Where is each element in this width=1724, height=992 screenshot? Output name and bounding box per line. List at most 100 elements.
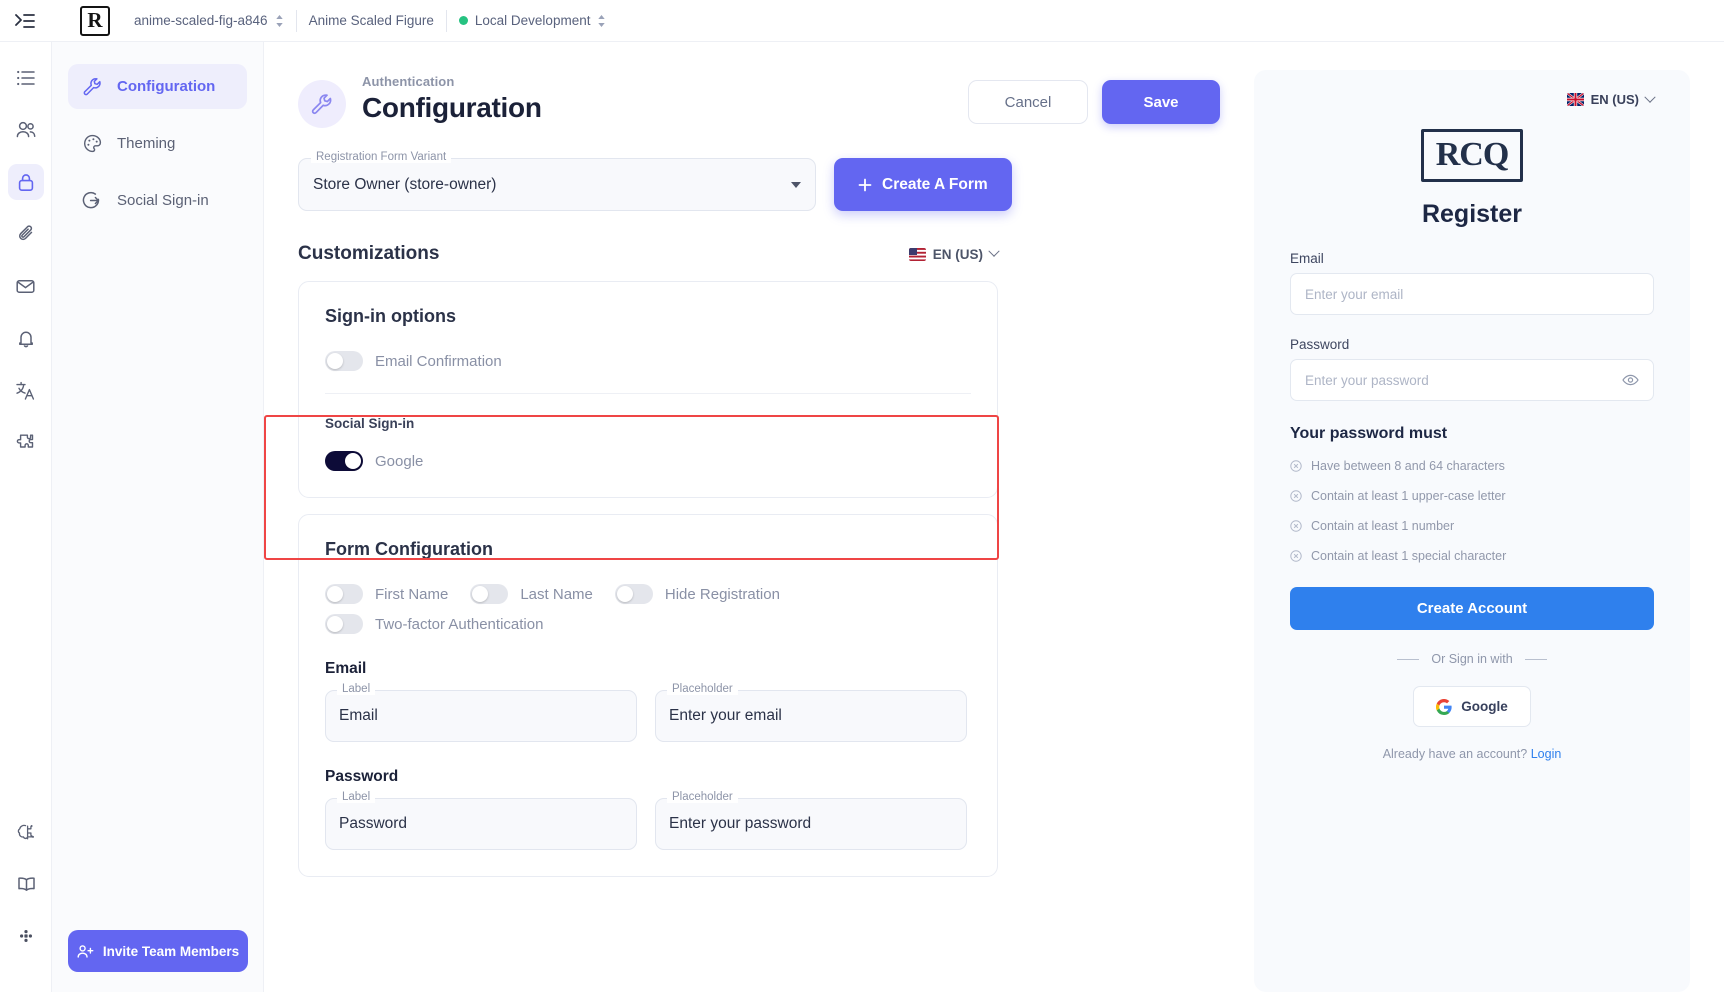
users-icon[interactable] xyxy=(8,112,44,148)
save-button[interactable]: Save xyxy=(1102,80,1220,124)
toggle-knob xyxy=(345,453,361,469)
toggle-knob xyxy=(327,586,343,602)
last-name-toggle[interactable] xyxy=(470,584,508,604)
list-icon[interactable] xyxy=(8,60,44,96)
book-icon[interactable] xyxy=(8,866,44,902)
chevron-down-icon[interactable] xyxy=(791,182,801,188)
breadcrumb-project[interactable]: anime-scaled-fig-a846 xyxy=(134,13,284,28)
hide-registration-toggle[interactable] xyxy=(615,584,653,604)
cancel-button[interactable]: Cancel xyxy=(968,80,1088,124)
password-placeholder-input[interactable]: Placeholder Enter your password xyxy=(655,798,967,850)
preview-requirement-label: Contain at least 1 number xyxy=(1311,519,1454,533)
preview-logo: RCQ xyxy=(1421,129,1524,182)
collapse-sidebar-icon[interactable] xyxy=(12,8,38,34)
plus-icon xyxy=(858,178,872,192)
breadcrumb-environment[interactable]: Local Development xyxy=(459,13,607,28)
customizations-language-select[interactable]: EN (US) xyxy=(909,247,998,262)
body: Configuration Theming Social Sign-in Inv… xyxy=(0,42,1724,992)
chevron-updown-icon[interactable] xyxy=(275,14,284,28)
rail-bottom-group xyxy=(0,814,52,970)
brain-icon[interactable] xyxy=(8,814,44,850)
invite-team-members-label: Invite Team Members xyxy=(103,944,239,959)
variant-row: Registration Form Variant Store Owner (s… xyxy=(298,158,1220,211)
sidebar-item-label: Social Sign-in xyxy=(117,192,209,209)
password-label-input[interactable]: Label Password xyxy=(325,798,637,850)
chevron-updown-icon-2[interactable] xyxy=(597,14,606,28)
translate-icon[interactable] xyxy=(8,372,44,408)
status-dot-icon xyxy=(459,16,468,25)
page-title: Configuration xyxy=(362,92,542,124)
create-account-button[interactable]: Create Account xyxy=(1290,587,1654,630)
wrench-icon xyxy=(82,76,103,97)
section-sidebar: Configuration Theming Social Sign-in Inv… xyxy=(52,42,264,992)
email-confirmation-label: Email Confirmation xyxy=(375,353,502,370)
preview-or-divider: Or Sign in with xyxy=(1290,652,1654,666)
email-label-input[interactable]: Label Email xyxy=(325,690,637,742)
preview-logo-text: RCQ xyxy=(1436,138,1509,172)
customizations-header: Customizations EN (US) xyxy=(298,243,998,265)
eye-icon[interactable] xyxy=(1622,374,1639,386)
mail-icon[interactable] xyxy=(8,268,44,304)
chevron-down-icon-2[interactable] xyxy=(988,246,999,257)
lock-icon[interactable] xyxy=(8,164,44,200)
form-configuration-title: Form Configuration xyxy=(325,539,971,560)
google-label: Google xyxy=(375,453,423,470)
bell-icon[interactable] xyxy=(8,320,44,356)
preview-requirement-item: Contain at least 1 upper-case letter xyxy=(1290,489,1654,503)
breadcrumb-eyebrow: Authentication xyxy=(362,74,542,89)
breadcrumb-app[interactable]: Anime Scaled Figure xyxy=(309,13,434,28)
email-confirmation-toggle[interactable] xyxy=(325,351,363,371)
slack-icon[interactable] xyxy=(8,918,44,954)
email-field-group: Email Label Email Placeholder Enter your… xyxy=(325,660,971,742)
last-name-label: Last Name xyxy=(520,586,593,603)
email-placeholder-input[interactable]: Placeholder Enter your email xyxy=(655,690,967,742)
page-header: Authentication Configuration Cancel Save xyxy=(298,74,1220,128)
page-header-wrench-icon xyxy=(298,80,346,128)
main-area: Authentication Configuration Cancel Save… xyxy=(264,42,1724,992)
signin-options-title: Sign-in options xyxy=(325,306,971,327)
add-user-icon xyxy=(77,944,94,959)
signin-options-card: Sign-in options Email Confirmation Socia… xyxy=(298,281,998,498)
google-signin-button[interactable]: Google xyxy=(1413,686,1531,727)
circle-x-icon xyxy=(1290,460,1302,472)
us-flag-icon xyxy=(909,248,926,261)
registration-preview: EN (US) RCQ Register Email Enter your em… xyxy=(1254,70,1690,992)
password-label-value: Password xyxy=(339,815,407,833)
paperclip-icon[interactable] xyxy=(8,216,44,252)
google-toggle[interactable] xyxy=(325,451,363,471)
sidebar-item-social-signin[interactable]: Social Sign-in xyxy=(68,178,247,223)
sidebar-item-theming[interactable]: Theming xyxy=(68,121,247,166)
email-group-title: Email xyxy=(325,660,971,678)
first-name-toggle[interactable] xyxy=(325,584,363,604)
two-factor-label: Two-factor Authentication xyxy=(375,616,543,633)
email-confirmation-row: Email Confirmation xyxy=(325,351,971,371)
card-divider xyxy=(325,393,971,394)
circle-x-icon xyxy=(1290,490,1302,502)
preview-password-input[interactable]: Enter your password xyxy=(1290,359,1654,401)
invite-team-members-button[interactable]: Invite Team Members xyxy=(68,930,248,972)
preview-footer: Already have an account? Login xyxy=(1383,747,1562,761)
preview-requirement-item: Contain at least 1 number xyxy=(1290,519,1654,533)
preview-requirements-title: Your password must xyxy=(1290,425,1654,443)
customizations-title: Customizations xyxy=(298,243,439,265)
password-field-pair: Label Password Placeholder Enter your pa… xyxy=(325,798,971,850)
toggle-knob xyxy=(327,616,343,632)
two-factor-toggle[interactable] xyxy=(325,614,363,634)
preview-password-label: Password xyxy=(1290,337,1654,352)
preview-language-label: EN (US) xyxy=(1591,92,1639,107)
breadcrumb: anime-scaled-fig-a846 Anime Scaled Figur… xyxy=(134,10,606,32)
form-configuration-card: Form Configuration First Name Last Name xyxy=(298,514,998,877)
create-a-form-button[interactable]: Create A Form xyxy=(834,158,1012,211)
two-factor-row: Two-factor Authentication xyxy=(325,614,543,634)
preview-title: Register xyxy=(1422,200,1522,229)
login-link[interactable]: Login xyxy=(1531,747,1562,761)
google-icon xyxy=(1436,699,1452,715)
preview-language-select[interactable]: EN (US) xyxy=(1567,92,1654,107)
chevron-down-icon-3[interactable] xyxy=(1644,91,1655,102)
preview-email-input[interactable]: Enter your email xyxy=(1290,273,1654,315)
breadcrumb-environment-label: Local Development xyxy=(475,13,591,28)
sidebar-item-configuration[interactable]: Configuration xyxy=(68,64,247,109)
puzzle-icon[interactable] xyxy=(8,424,44,460)
preview-password-placeholder: Enter your password xyxy=(1305,373,1429,388)
registration-form-variant-select[interactable]: Registration Form Variant Store Owner (s… xyxy=(298,158,816,211)
